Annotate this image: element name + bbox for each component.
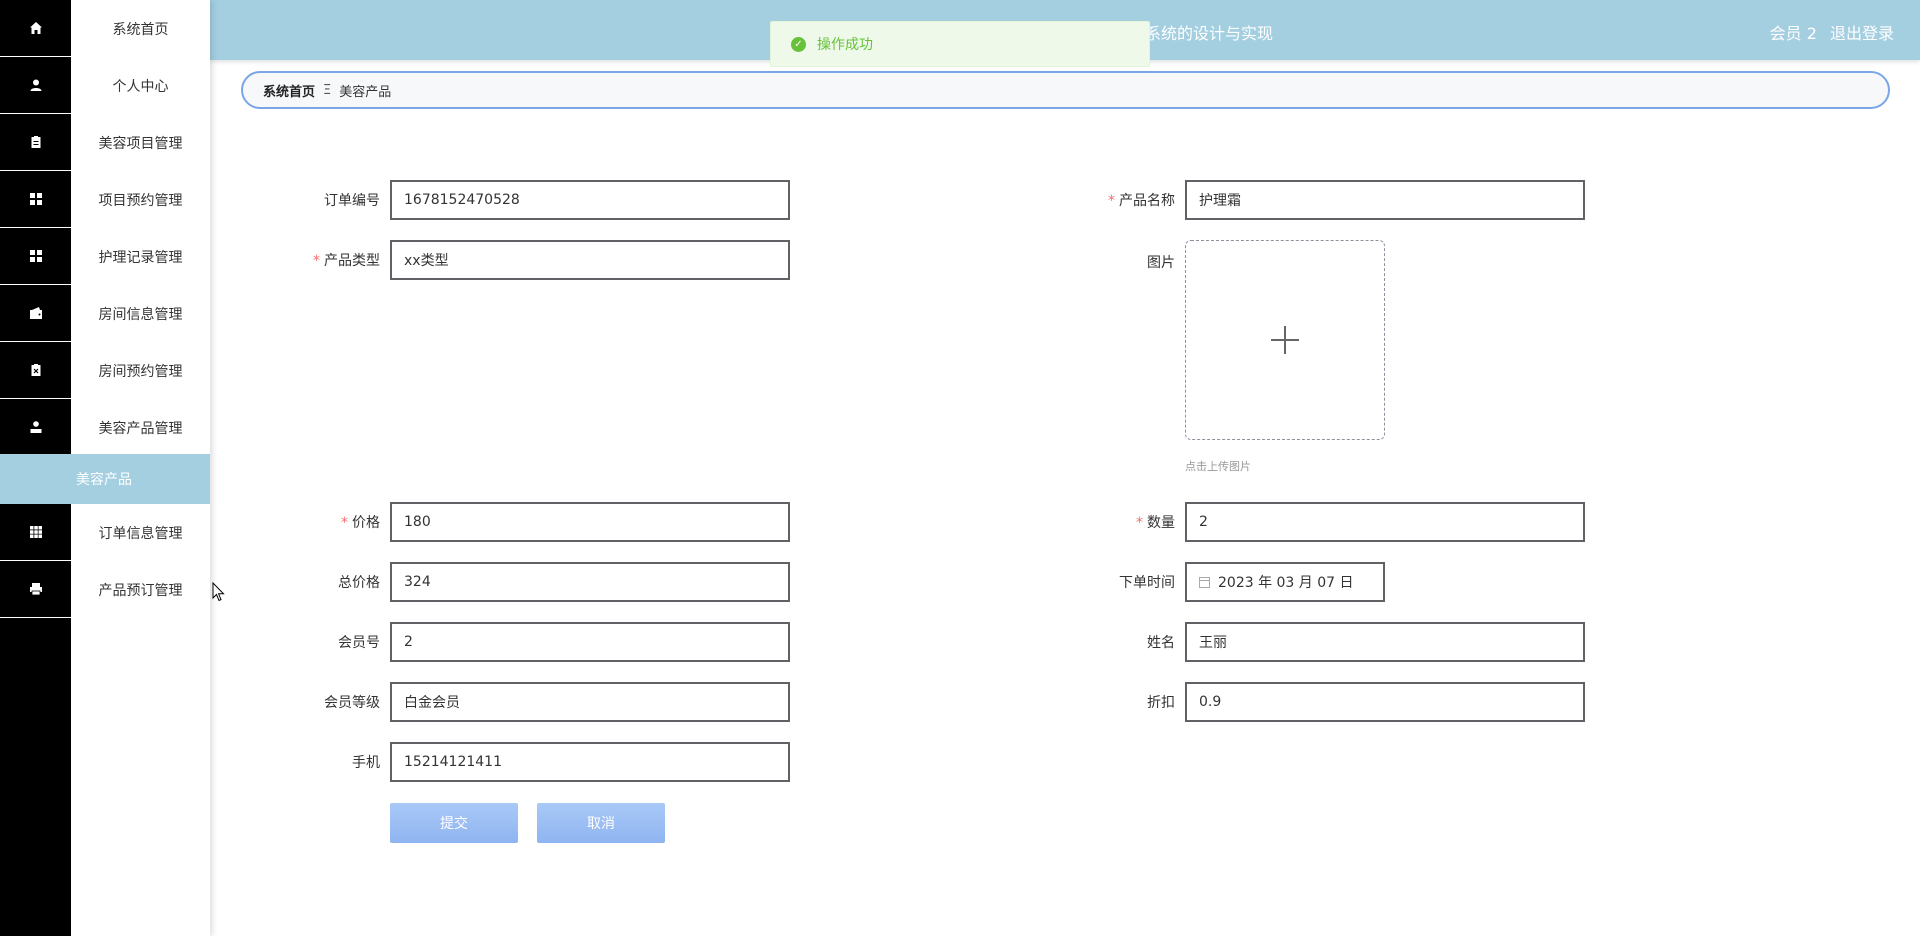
person-icon (0, 399, 71, 456)
field-order-time: 下单时间 2023 年 03 月 07 日 (1035, 562, 1385, 602)
cancel-button[interactable]: 取消 (537, 803, 665, 843)
price-label: * 价格 (341, 515, 380, 531)
field-product-type: * 产品类型 xx类型 (240, 240, 790, 280)
mouse-cursor-icon (212, 582, 225, 602)
sidebar-item-beauty-project[interactable]: 美容项目管理 (0, 114, 210, 171)
product-name-input[interactable]: 护理霜 (1185, 180, 1585, 220)
quantity-label: * 数量 (1136, 515, 1175, 531)
quantity-input[interactable]: 2 (1185, 502, 1585, 542)
check-circle-icon: ✓ (791, 36, 806, 52)
member-level-label: 会员等级 (324, 695, 380, 711)
field-phone: 手机 15214121411 (240, 742, 790, 782)
image-label: 图片 (1147, 255, 1175, 271)
product-type-label: * 产品类型 (313, 253, 380, 269)
home-icon (0, 0, 71, 57)
sidebar: 系统首页 个人中心 美容项目管理 项目预约管理 护理记录管理 房间信息管理 房间… (0, 0, 210, 936)
field-member-no: 会员号 2 (240, 622, 790, 662)
sidebar-item-label: 个人中心 (112, 78, 169, 95)
member-no-input[interactable]: 2 (390, 622, 790, 662)
toast-message: 操作成功 (817, 37, 873, 53)
sidebar-item-label: 护理记录管理 (98, 249, 183, 266)
field-name: 姓名 王丽 (1035, 622, 1585, 662)
sidebar-item-label: 订单信息管理 (98, 525, 183, 542)
grid-icon (0, 171, 71, 228)
sidebar-item-care-record[interactable]: 护理记录管理 (0, 228, 210, 285)
field-discount: 折扣 0.9 (1035, 682, 1585, 722)
field-product-name: * 产品名称 护理霜 (1035, 180, 1585, 220)
sidebar-subitem-label: 美容产品 (76, 472, 132, 488)
breadcrumb: 系统首页 Ξ 美容产品 (241, 71, 1890, 109)
field-member-level: 会员等级 白金会员 (240, 682, 790, 722)
sidebar-subitem-beauty-product[interactable]: 美容产品 (0, 454, 210, 504)
table-icon (0, 504, 71, 561)
product-type-input[interactable]: xx类型 (390, 240, 790, 280)
sidebar-item-label: 房间信息管理 (98, 306, 183, 323)
order-no-label: 订单编号 (324, 193, 380, 209)
system-title: 系统的设计与实现 (1145, 24, 1274, 43)
sidebar-item-beauty-product[interactable]: 美容产品管理 (0, 399, 210, 456)
product-name-label: * 产品名称 (1108, 193, 1175, 209)
field-quantity: * 数量 2 (1035, 502, 1585, 542)
sidebar-item-label: 美容产品管理 (98, 420, 183, 437)
sidebar-item-label: 项目预约管理 (98, 192, 183, 209)
image-upload[interactable] (1185, 240, 1385, 440)
breadcrumb-separator-icon: Ξ (323, 82, 332, 98)
grid-icon (0, 228, 71, 285)
sidebar-item-product-reservation[interactable]: 产品预订管理 (0, 561, 210, 618)
clipboard-x-icon (0, 342, 71, 399)
sidebar-item-profile[interactable]: 个人中心 (0, 57, 210, 114)
member-no-label: 会员号 (338, 635, 380, 651)
upload-tip: 点击上传图片 (1185, 460, 1251, 473)
sidebar-item-project-booking[interactable]: 项目预约管理 (0, 171, 210, 228)
field-price: * 价格 180 (240, 502, 790, 542)
user-icon (0, 57, 71, 114)
calendar-icon (1199, 576, 1210, 588)
success-toast: ✓ 操作成功 (770, 21, 1150, 67)
sidebar-item-label: 系统首页 (112, 21, 169, 38)
sidebar-item-home[interactable]: 系统首页 (0, 0, 210, 57)
sidebar-item-label: 产品预订管理 (98, 582, 183, 599)
clipboard-icon (0, 114, 71, 171)
name-label: 姓名 (1147, 635, 1175, 651)
submit-button[interactable]: 提交 (390, 803, 518, 843)
breadcrumb-current: 美容产品 (339, 84, 392, 100)
field-total-price: 总价格 324 (240, 562, 790, 602)
sidebar-item-room-booking[interactable]: 房间预约管理 (0, 342, 210, 399)
discount-input[interactable]: 0.9 (1185, 682, 1585, 722)
field-order-no: 订单编号 1678152470528 (240, 180, 790, 220)
phone-input[interactable]: 15214121411 (390, 742, 790, 782)
breadcrumb-home[interactable]: 系统首页 (263, 81, 315, 100)
price-input[interactable]: 180 (390, 502, 790, 542)
sidebar-item-label: 房间预约管理 (98, 363, 183, 380)
user-area: 会员 2 退出登录 (1762, 20, 1894, 44)
plus-icon (1271, 326, 1299, 354)
total-price-label: 总价格 (338, 575, 380, 591)
sidebar-item-label: 美容项目管理 (98, 135, 183, 152)
phone-label: 手机 (352, 755, 380, 771)
name-input[interactable]: 王丽 (1185, 622, 1585, 662)
printer-icon (0, 561, 71, 618)
logout-link[interactable]: 退出登录 (1830, 24, 1894, 43)
member-level-input[interactable]: 白金会员 (390, 682, 790, 722)
user-name[interactable]: 会员 2 (1770, 24, 1817, 43)
order-time-label: 下单时间 (1119, 575, 1175, 591)
total-price-input[interactable]: 324 (390, 562, 790, 602)
wallet-icon (0, 285, 71, 342)
discount-label: 折扣 (1147, 695, 1175, 711)
sidebar-item-room-info[interactable]: 房间信息管理 (0, 285, 210, 342)
order-no-input[interactable]: 1678152470528 (390, 180, 790, 220)
order-time-picker[interactable]: 2023 年 03 月 07 日 (1185, 562, 1385, 602)
sidebar-item-order-info[interactable]: 订单信息管理 (0, 504, 210, 561)
